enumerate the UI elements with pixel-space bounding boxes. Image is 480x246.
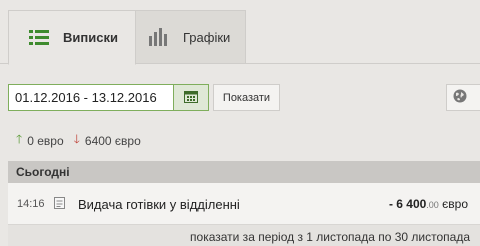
income-arrow-icon: 🡑: [16, 132, 23, 146]
amount-main: - 6 400: [388, 197, 427, 211]
totals: 🡑 0 евро 🡓 6400 євро: [16, 130, 141, 151]
calendar-icon: [184, 90, 198, 106]
transaction-row[interactable]: 14:16 Видача готівки у відділенні - 6 40…: [8, 183, 480, 225]
document-icon: [53, 196, 66, 213]
amount-cents: .00: [426, 200, 439, 210]
globe-button[interactable]: [446, 84, 480, 111]
income-total: 0 евро: [27, 133, 64, 148]
expense-arrow-icon: 🡓: [73, 132, 80, 146]
transaction-time: 14:16: [17, 198, 45, 210]
tab-charts[interactable]: Графіки: [128, 10, 246, 64]
tab-statements[interactable]: Виписки: [8, 10, 136, 65]
tab-charts-label: Графіки: [183, 29, 231, 45]
list-icon: [29, 28, 51, 48]
globe-icon: [453, 89, 467, 106]
transaction-description: Видача готівки у відділенні: [78, 197, 240, 212]
date-range-input[interactable]: 01.12.2016 - 13.12.2016: [8, 84, 174, 111]
tab-bar: Виписки Графіки: [0, 0, 480, 65]
show-button[interactable]: Показати: [213, 84, 280, 111]
expense-total: 6400 євро: [84, 133, 141, 148]
bar-chart-icon: [149, 27, 171, 47]
calendar-button[interactable]: [173, 84, 209, 111]
amount-currency: євро: [438, 197, 468, 211]
previous-period-link[interactable]: показати за період з 1 листопада по 30 л…: [8, 225, 480, 246]
tab-statements-label: Виписки: [63, 30, 118, 45]
day-header: Сьогодні: [8, 161, 480, 183]
transaction-amount: - 6 400.00 євро: [389, 197, 468, 211]
